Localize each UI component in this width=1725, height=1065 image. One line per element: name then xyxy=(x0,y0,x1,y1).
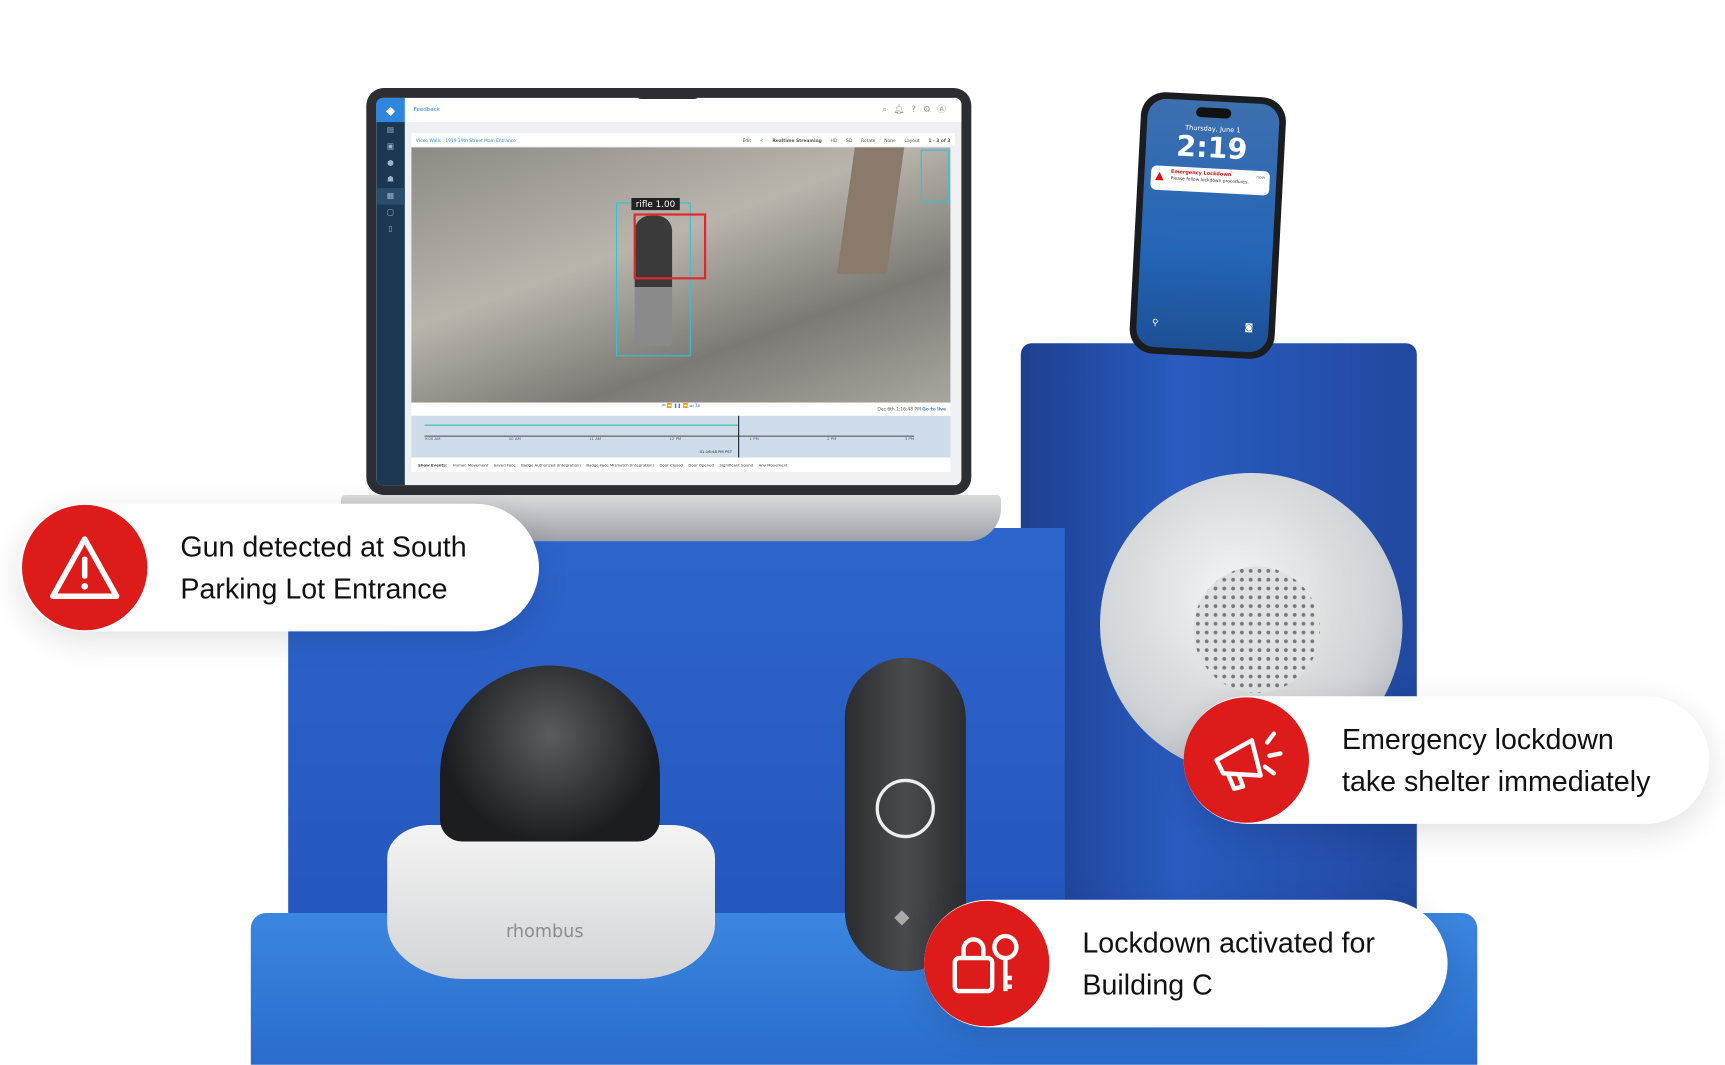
legend-door-closed[interactable]: Door Closed xyxy=(659,463,682,467)
legend-door-opened[interactable]: Door Opened xyxy=(688,463,714,467)
date-select[interactable]: Dec 6th xyxy=(877,406,894,412)
time-select[interactable]: 1:16:48 PM xyxy=(896,406,921,412)
hero-scene: ◆ ▤ ▣ ● ☗ ▦ ▢ ▯ Feedback ⌕🔔︎?⚙Ⓐ Video Wa… xyxy=(0,0,1725,1065)
bell-icon[interactable]: 🔔︎ xyxy=(894,105,912,115)
weapon-bounding-box xyxy=(633,213,707,280)
doorbell-button xyxy=(875,778,935,839)
timeline-cursor[interactable] xyxy=(738,415,740,458)
hd-radio[interactable]: HD xyxy=(831,137,838,143)
video-toolbar: Video Walls : 1919 19th Street Main Entr… xyxy=(411,133,955,147)
rhombus-logo-icon: ◆ xyxy=(376,97,405,123)
camera-feed[interactable]: rifle 1.00 xyxy=(411,147,951,403)
sidebar: ◆ ▤ ▣ ● ☗ ▦ ▢ ▯ xyxy=(376,97,405,486)
sidebar-location-icon[interactable]: ● xyxy=(376,155,405,172)
layout-label[interactable]: Layout xyxy=(905,137,920,143)
warning-icon xyxy=(22,504,148,631)
playback-controls: ⏮ ⏪ ❚❚ ⏩ ⏭ 1x Dec 6th 1:16:48 PM Go to l… xyxy=(411,402,951,416)
event-legend: Show Events: Human Movement Saved Face B… xyxy=(411,457,951,472)
rotate-label: Rotate xyxy=(861,136,876,143)
phone-time: 2:19 xyxy=(1175,130,1249,167)
laptop: ◆ ▤ ▣ ● ☗ ▦ ▢ ▯ Feedback ⌕🔔︎?⚙Ⓐ Video Wa… xyxy=(366,88,972,495)
detection-label: rifle 1.00 xyxy=(631,198,680,211)
realtime-streaming-toggle[interactable]: Realtime Streaming xyxy=(772,137,821,143)
search-icon[interactable]: ⌕ xyxy=(882,105,894,115)
lock-key-icon xyxy=(924,900,1050,1027)
dynamic-island xyxy=(1195,107,1232,119)
settings-icon[interactable]: ⚙ xyxy=(923,105,937,115)
go-live-button[interactable]: Go to live xyxy=(922,406,946,412)
lockdown-activated-callout: Lockdown activated for Building C xyxy=(924,899,1448,1028)
emergency-lockdown-callout: Emergency lockdown take shelter immediate… xyxy=(1183,696,1710,824)
brick-pillar xyxy=(837,147,905,274)
timeline[interactable]: 9:00 AM 10 AM 11 AM 12 PM 1 PM 2 PM 3 PM 01:16… xyxy=(411,415,951,458)
legend-badge-face-mismatch[interactable]: Badge-Face Mismatch (Integration) xyxy=(586,463,654,467)
sidebar-videowall-icon[interactable]: ▦ xyxy=(376,188,405,205)
sidebar-reports-icon[interactable]: ▯ xyxy=(376,221,405,238)
sidebar-dashboard-icon[interactable]: ▤ xyxy=(376,122,405,139)
sidebar-access-icon[interactable]: ▢ xyxy=(376,205,405,222)
pager: 1 - 3 of 3 xyxy=(928,136,951,143)
playback-buttons[interactable]: ⏮ ⏪ ❚❚ ⏩ ⏭ xyxy=(662,403,695,409)
flashlight-icon[interactable]: ⚲ xyxy=(1152,317,1159,327)
speaker-grille xyxy=(1193,566,1320,693)
sidebar-camera-icon[interactable]: ▣ xyxy=(376,139,405,156)
speed-button[interactable]: 1x xyxy=(695,403,700,409)
camera-brand: rhombus xyxy=(506,920,584,942)
edit-button[interactable]: Edit xyxy=(743,137,752,143)
legend-any-movement[interactable]: Any Movement xyxy=(759,463,788,467)
share-icon[interactable]: < xyxy=(760,137,764,143)
person-bounding-box-2 xyxy=(920,149,950,203)
timeline-ticks: 9:00 AM 10 AM 11 AM 12 PM 1 PM 2 PM 3 PM xyxy=(424,436,915,442)
sidebar-people-icon[interactable]: ☗ xyxy=(376,172,405,189)
camera-notch xyxy=(635,88,700,99)
warning-icon: ▲ xyxy=(1155,169,1165,183)
vms-app-window: ◆ ▤ ▣ ● ☗ ▦ ▢ ▯ Feedback ⌕🔔︎?⚙Ⓐ Video Wa… xyxy=(376,97,962,486)
phone-lock-screen: Thursday, June 1 2:19 ▲ Emergency Lockdo… xyxy=(1135,97,1281,354)
breadcrumb[interactable]: Video Walls : 1919 19th Street Main Entr… xyxy=(416,137,734,143)
dome-camera: rhombus xyxy=(387,665,715,979)
help-icon[interactable]: ? xyxy=(911,105,922,115)
phone: Thursday, June 1 2:19 ▲ Emergency Lockdo… xyxy=(1128,90,1288,361)
camera-icon[interactable]: ◙ xyxy=(1244,322,1253,332)
legend-saved-face[interactable]: Saved Face xyxy=(494,463,516,467)
cursor-time: 01:16:48 PM PST xyxy=(699,449,733,455)
account-icon[interactable]: Ⓐ xyxy=(937,105,952,115)
gun-detected-callout: Gun detected at South Parking Lot Entranc… xyxy=(19,503,540,632)
lockdown-notification[interactable]: ▲ Emergency Lockdown Please follow lockd… xyxy=(1150,165,1271,196)
feedback-link[interactable]: Feedback xyxy=(414,107,440,114)
legend-human-movement[interactable]: Human Movement xyxy=(453,463,489,467)
topbar-icons: ⌕🔔︎?⚙Ⓐ xyxy=(882,103,952,115)
legend-badge-authorized[interactable]: Badge Authorized (Integration) xyxy=(521,463,581,467)
rhombus-logo-icon: ◆ xyxy=(894,905,910,929)
legend-significant-sound[interactable]: Significant Sound xyxy=(719,463,753,467)
sd-radio[interactable]: SD xyxy=(846,137,852,143)
megaphone-icon xyxy=(1183,697,1309,823)
top-bar: Feedback ⌕🔔︎?⚙Ⓐ xyxy=(404,97,962,123)
rotate-select[interactable]: None xyxy=(884,137,895,143)
